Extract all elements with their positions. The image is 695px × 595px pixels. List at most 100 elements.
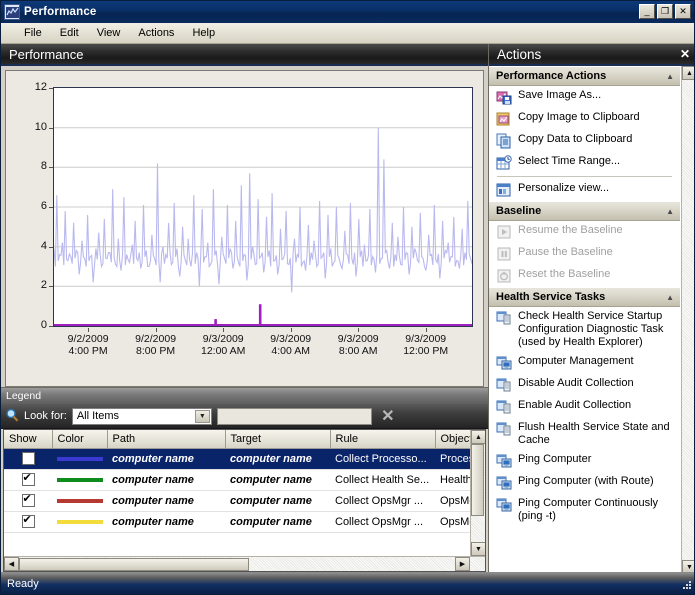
x-tick-mark	[425, 328, 427, 332]
column-header-rule[interactable]: Rule	[330, 430, 436, 449]
show-checkbox[interactable]	[21, 452, 35, 465]
menu-bar: File Edit View Actions Help	[1, 23, 694, 44]
y-tick-label: 6	[40, 200, 47, 212]
action-item-label: Enable Audit Collection	[518, 399, 632, 411]
action-item-label: Check Health Service Startup Configurati…	[518, 310, 664, 348]
legend-path-cell: computer name	[107, 490, 225, 512]
color-swatch	[57, 519, 103, 524]
title-bar: Performance _ ❐ ✕	[1, 1, 694, 23]
actions-group-title: Baseline	[496, 205, 542, 217]
legend-rule-cell: Collect OpsMgr ...	[330, 490, 435, 512]
actions-scroll-up-button[interactable]: ▲	[682, 66, 694, 80]
actions-group-header[interactable]: Baseline ▲	[489, 201, 680, 221]
legend-table-container: Show Color Path Target Rule Object compu…	[3, 429, 486, 572]
copy-data-icon	[496, 133, 512, 149]
action-item-label: Save Image As...	[518, 89, 602, 101]
legend-target-cell: computer name	[225, 511, 330, 533]
clear-search-button[interactable]: ✕	[377, 407, 399, 426]
legend-filter-select[interactable]: All Items ▼	[71, 407, 212, 425]
legend-vertical-scrollbar[interactable]: ▲ ▼	[470, 430, 485, 556]
legend-target-cell: computer name	[225, 448, 330, 470]
column-header-show[interactable]: Show	[4, 430, 53, 449]
action-item-label: Pause the Baseline	[518, 246, 613, 258]
pause-icon	[496, 246, 512, 262]
action-item-select-time-range[interactable]: Select Time Range...	[489, 152, 680, 174]
legend-header: Legend	[1, 387, 488, 404]
actions-group-header[interactable]: Health Service Tasks ▲	[489, 287, 680, 307]
scroll-down-button[interactable]: ▼	[471, 542, 485, 556]
action-item-personalize-view[interactable]: Personalize view...	[489, 179, 680, 201]
legend-horizontal-scrollbar[interactable]: ◀ ▶	[4, 556, 485, 571]
personalize-icon	[496, 182, 512, 198]
show-checkbox[interactable]	[21, 492, 35, 507]
x-tick-mark	[290, 328, 292, 332]
action-item-label: Personalize view...	[518, 182, 610, 194]
actions-pane-header: Actions ✕	[489, 44, 694, 66]
show-checkbox[interactable]	[21, 513, 35, 528]
maximize-button[interactable]: ❐	[657, 4, 673, 19]
action-item-pause-the-baseline[interactable]: Pause the Baseline	[489, 243, 680, 265]
close-icon[interactable]: ✕	[680, 47, 690, 61]
action-item-save-image-as[interactable]: Save Image As...	[489, 86, 680, 108]
scroll-up-button[interactable]: ▲	[471, 430, 485, 444]
y-tick-label: 0	[40, 319, 47, 331]
x-tick-mark	[88, 328, 90, 332]
x-tick-mark	[358, 328, 360, 332]
action-item-check-health-service-startup-configuration-diagnostic-task-used-by-health-explorer[interactable]: Check Health Service Startup Configurati…	[489, 307, 680, 352]
horizontal-scroll-thumb[interactable]	[19, 557, 249, 571]
action-item-copy-image-to-clipboard[interactable]: Copy Image to Clipboard	[489, 108, 680, 130]
actions-list: Performance Actions ▲ Save Image As... C…	[489, 66, 694, 574]
actions-group-header[interactable]: Performance Actions ▲	[489, 66, 680, 86]
performance-chart[interactable]: 0 2 4 6 8 10 12 9/2/2009 4:00 PM 9/2/2009 8:00 PM…	[5, 70, 484, 387]
color-swatch	[57, 456, 103, 461]
menu-view[interactable]: View	[88, 25, 130, 41]
column-header-color[interactable]: Color	[52, 430, 108, 449]
action-item-ping-computer-with-route[interactable]: Ping Computer (with Route)	[489, 472, 680, 494]
menu-edit[interactable]: Edit	[51, 25, 88, 41]
column-header-target[interactable]: Target	[225, 430, 331, 449]
chart-plot-area[interactable]	[53, 87, 473, 327]
table-row[interactable]: computer name computer name Collect Proc…	[4, 448, 485, 470]
chevron-up-icon[interactable]: ▲	[666, 207, 674, 216]
actions-scrollbar[interactable]: ▲ ▼	[681, 66, 694, 574]
scroll-right-button[interactable]: ▶	[455, 557, 470, 571]
legend-show-cell[interactable]	[4, 490, 52, 512]
chevron-up-icon[interactable]: ▲	[666, 72, 674, 81]
action-item-flush-health-service-state-and-cache[interactable]: Flush Health Service State and Cache	[489, 418, 680, 450]
chevron-up-icon[interactable]: ▲	[666, 293, 674, 302]
legend-show-cell[interactable]	[4, 511, 52, 533]
show-checkbox[interactable]	[21, 471, 35, 486]
table-row[interactable]: computer name computer name Collect Heal…	[4, 469, 485, 491]
column-header-path[interactable]: Path	[107, 430, 226, 449]
legend-show-cell[interactable]	[4, 469, 52, 491]
vertical-scroll-thumb[interactable]	[471, 444, 484, 516]
action-item-disable-audit-collection[interactable]: Disable Audit Collection	[489, 374, 680, 396]
close-button[interactable]: ✕	[675, 4, 691, 19]
legend-path-cell: computer name	[107, 511, 225, 533]
action-item-label: Ping Computer	[518, 453, 592, 465]
action-item-computer-management[interactable]: Computer Management	[489, 352, 680, 374]
action-item-ping-computer-continuously-ping-t[interactable]: Ping Computer Continuously (ping -t)	[489, 494, 680, 526]
x-tick-label: 9/2/2009 4:00 PM	[67, 333, 109, 357]
action-item-label: Computer Management	[518, 355, 634, 367]
minimize-button[interactable]: _	[639, 4, 655, 19]
menu-file[interactable]: File	[15, 25, 51, 41]
table-row[interactable]: computer name computer name Collect OpsM…	[4, 490, 485, 512]
menu-actions[interactable]: Actions	[129, 25, 183, 41]
legend-show-cell[interactable]	[4, 448, 52, 470]
scroll-left-button[interactable]: ◀	[4, 557, 19, 571]
y-tick-label: 12	[34, 81, 47, 93]
legend-find-input[interactable]	[216, 407, 372, 425]
menu-help[interactable]: Help	[183, 25, 224, 41]
action-item-ping-computer[interactable]: Ping Computer	[489, 450, 680, 472]
chevron-down-icon[interactable]: ▼	[194, 409, 210, 423]
legend-table: Show Color Path Target Rule Object compu…	[4, 430, 485, 533]
table-row[interactable]: computer name computer name Collect OpsM…	[4, 511, 485, 533]
action-item-reset-the-baseline[interactable]: Reset the Baseline	[489, 265, 680, 287]
action-item-enable-audit-collection[interactable]: Enable Audit Collection	[489, 396, 680, 418]
action-item-copy-data-to-clipboard[interactable]: Copy Data to Clipboard	[489, 130, 680, 152]
legend-rule-cell: Collect Health Se...	[330, 469, 435, 491]
window-buttons: _ ❐ ✕	[639, 4, 691, 19]
resize-grip[interactable]	[681, 579, 693, 591]
action-item-resume-the-baseline[interactable]: Resume the Baseline	[489, 221, 680, 243]
